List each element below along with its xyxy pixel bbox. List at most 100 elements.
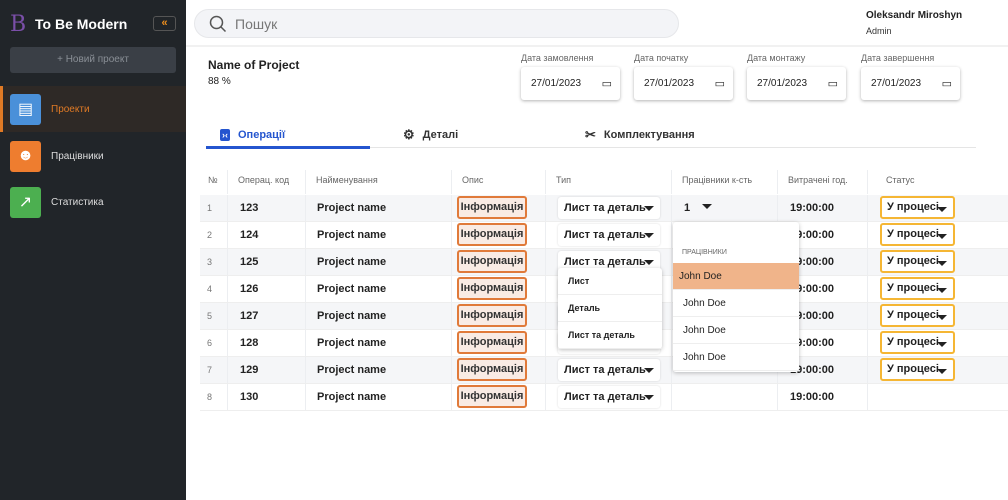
- type-option[interactable]: Деталь: [558, 295, 662, 322]
- type-select[interactable]: Лист та деталь: [558, 197, 660, 219]
- row-number: 1: [200, 195, 228, 221]
- type-select[interactable]: Лист та деталь: [558, 386, 660, 408]
- operation-code: 123: [228, 195, 306, 221]
- double-chevron-left-icon: «: [161, 17, 168, 29]
- operation-code: 127: [228, 303, 306, 329]
- workers-cell: [672, 384, 778, 410]
- tab-operations[interactable]: ›‹ Операції: [220, 122, 285, 148]
- calendar-icon[interactable]: ▭: [602, 77, 612, 90]
- date-input[interactable]: 27/01/2023 ▭: [521, 67, 620, 100]
- table-row: 2 124 Project name Інформація Лист та деталь…: [200, 222, 1008, 249]
- info-button[interactable]: Інформація: [457, 385, 527, 408]
- sidebar: B To Be Modern « + Новий проект ▤ Проект…: [0, 0, 186, 500]
- type-option[interactable]: Лист та деталь: [558, 322, 662, 349]
- sidebar-item-statistics[interactable]: ↗ Статистика: [0, 179, 186, 225]
- chart-growth-icon: ↗: [10, 186, 41, 218]
- info-button[interactable]: Інформація: [457, 277, 527, 300]
- status-value: У процесі: [887, 336, 939, 348]
- info-button[interactable]: Інформація: [457, 223, 527, 246]
- operation-code: 125: [228, 249, 306, 275]
- search-icon: [209, 15, 227, 32]
- status-select[interactable]: У процесі: [880, 250, 955, 273]
- hours-spent: 19:00:00: [778, 384, 868, 410]
- calendar-icon[interactable]: ▭: [828, 77, 838, 90]
- caret-down-icon: [644, 395, 654, 400]
- info-button[interactable]: Інформація: [457, 250, 527, 273]
- column-header: Опис: [452, 170, 546, 194]
- worker-option[interactable]: John Doe: [673, 317, 799, 344]
- info-button[interactable]: Інформація: [457, 304, 527, 327]
- operation-code: 128: [228, 330, 306, 356]
- gear-icon: ⚙: [403, 127, 415, 142]
- date-value: 27/01/2023: [644, 78, 695, 89]
- operation-name: Project name: [306, 384, 452, 410]
- column-header: Статус: [886, 175, 915, 185]
- status-select[interactable]: У процесі: [880, 223, 955, 246]
- status-select[interactable]: У процесі: [880, 358, 955, 381]
- date-input[interactable]: 27/01/2023 ▭: [747, 67, 846, 100]
- row-number: 4: [200, 276, 228, 302]
- info-button[interactable]: Інформація: [457, 358, 527, 381]
- date-input[interactable]: 27/01/2023 ▭: [861, 67, 960, 100]
- caret-down-icon: [937, 261, 947, 266]
- caret-down-icon: [644, 368, 654, 373]
- calendar-icon[interactable]: ▭: [715, 77, 725, 90]
- operation-code: 124: [228, 222, 306, 248]
- worker-option[interactable]: John Doe: [673, 344, 799, 371]
- status-select[interactable]: У процесі: [880, 304, 955, 327]
- sidebar-item-label: Працівники: [51, 150, 104, 162]
- workers-count-select[interactable]: 1: [684, 195, 724, 221]
- type-value: Лист та деталь: [564, 256, 646, 268]
- hours-spent: 19:00:00: [778, 195, 868, 221]
- brand-name: To Be Modern: [35, 16, 128, 32]
- project-percent: 88 %: [208, 76, 231, 87]
- search-input[interactable]: Пошук: [194, 9, 679, 38]
- operation-name: Project name: [306, 330, 452, 356]
- type-option[interactable]: Лист: [558, 268, 662, 295]
- operation-code: 126: [228, 276, 306, 302]
- type-value: Лист та деталь: [564, 229, 646, 241]
- row-number: 2: [200, 222, 228, 248]
- operations-icon: ›‹: [220, 129, 230, 141]
- sidebar-item-workers[interactable]: ☻ Працівники: [0, 133, 186, 179]
- caret-down-icon: [644, 233, 654, 238]
- row-number: 7: [200, 357, 228, 383]
- search-placeholder: Пошук: [235, 15, 278, 32]
- document-icon: ▤: [10, 93, 41, 125]
- caret-down-icon: [937, 288, 947, 293]
- workers-dropdown-menu: ПРАЦІВНИКИ John Doe John Doe John Doe John …: [673, 222, 799, 372]
- info-button[interactable]: Інформація: [457, 331, 527, 354]
- tab-label: Деталі: [422, 129, 459, 141]
- tab-equipment[interactable]: ✂ Комплектування: [585, 122, 695, 148]
- collapse-sidebar-button[interactable]: «: [153, 16, 176, 31]
- type-select[interactable]: Лист та деталь: [558, 224, 660, 246]
- sidebar-item-projects[interactable]: ▤ Проекти: [0, 86, 186, 132]
- status-select[interactable]: У процесі: [880, 196, 955, 219]
- status-value: У процесі: [887, 228, 939, 240]
- caret-down-icon: [937, 315, 947, 320]
- row-number: 5: [200, 303, 228, 329]
- status-select[interactable]: У процесі: [880, 277, 955, 300]
- new-project-button[interactable]: + Новий проект: [10, 47, 176, 73]
- info-button[interactable]: Інформація: [457, 196, 527, 219]
- logo: B: [10, 12, 27, 37]
- status-select[interactable]: У процесі: [880, 331, 955, 354]
- operation-name: Project name: [306, 357, 452, 383]
- status-value: У процесі: [887, 201, 939, 213]
- sidebar-item-label: Проекти: [51, 103, 90, 115]
- operation-name: Project name: [306, 276, 452, 302]
- worker-option[interactable]: John Doe: [673, 263, 799, 290]
- table-row: 7 129 Project name Інформація Лист та деталь…: [200, 357, 1008, 384]
- type-dropdown-menu: Лист Деталь Лист та деталь: [558, 268, 662, 349]
- user-name[interactable]: Oleksandr Miroshyn: [866, 10, 962, 21]
- date-input[interactable]: 27/01/2023 ▭: [634, 67, 733, 100]
- worker-option[interactable]: John Doe: [673, 290, 799, 317]
- column-header: №: [200, 170, 228, 194]
- tab-details[interactable]: ⚙ Деталі: [403, 122, 458, 148]
- type-select[interactable]: Лист та деталь: [558, 359, 660, 381]
- status-value: У процесі: [887, 255, 939, 267]
- caret-down-icon: [937, 369, 947, 374]
- tab-label: Комплектування: [603, 129, 695, 141]
- operation-name: Project name: [306, 303, 452, 329]
- calendar-icon[interactable]: ▭: [942, 77, 952, 90]
